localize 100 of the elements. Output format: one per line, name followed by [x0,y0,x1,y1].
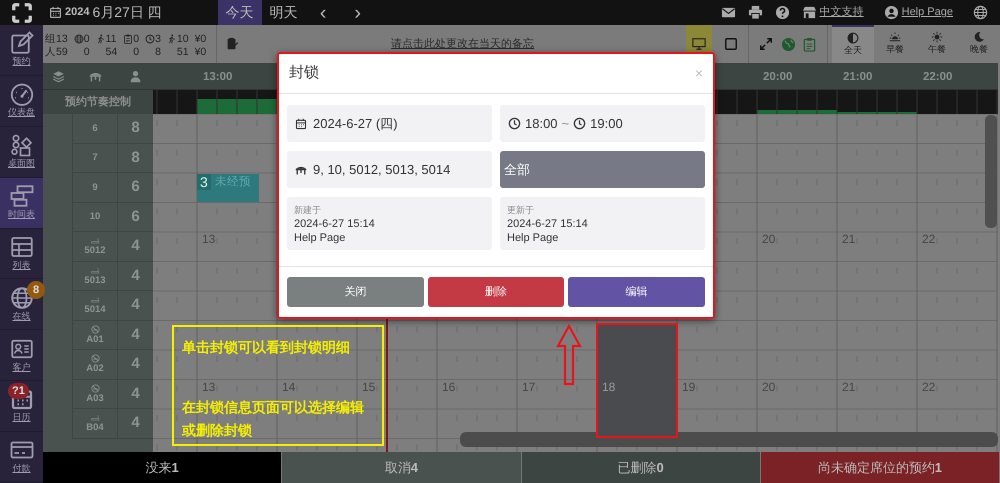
seat-count: 4 [118,409,153,438]
no-smoking-icon [90,354,100,364]
stat-value: 0 [84,46,90,58]
person-icon [129,70,142,82]
meal-icon [847,32,859,44]
memo-link[interactable]: 请点击此处更改在当天的备忘 [239,36,686,52]
stat-value: 3 [155,32,161,46]
date-label: 6月27日 四 [92,3,162,22]
nav-icon [10,31,34,56]
meal-tab[interactable]: 早餐 [874,25,916,63]
smoking-icon [90,236,100,246]
previous-button[interactable]: ‹ [312,0,334,25]
stat-value: 54 [106,46,118,58]
start-time: 18:00 [525,114,558,133]
scope-field: 全部 [500,151,705,188]
dialog-title: 封锁 [289,63,319,84]
meal-icon [931,31,943,44]
notification-badge: 8 [27,281,45,300]
printer-icon [748,5,763,20]
hour-mark: 14 [282,380,296,394]
delete-button[interactable]: 删除 [428,277,564,307]
stat-value: ¥0 [194,32,206,46]
stat-value: ¥0 [194,46,206,58]
meal-icon [973,31,985,44]
arrow-up-drawing [556,324,582,386]
vertical-scrollbar[interactable] [985,115,997,228]
seat-count: 4 [118,380,153,409]
time-label: 13:00 [203,70,232,85]
table-name: A02 [73,350,118,380]
meal-tab[interactable]: 晚餐 [958,25,1000,63]
clipboard-icon [802,36,817,52]
support-link[interactable]: 中文支持 [802,4,864,21]
field-label: 更新于 [507,204,535,217]
rhythm-title: 预约节奏控制 [65,94,131,110]
notification-badge: ?1 [8,383,29,400]
sidebar-item[interactable]: 时间表 [0,178,43,229]
updated-by: Help Page [507,231,560,245]
status-tab[interactable]: 取消4 [282,452,522,483]
stat-icon [145,34,156,44]
hour-mark: 13 [202,380,216,394]
updated-time: 2024-6-27 15:14 [507,217,589,231]
stat-value: 11 [106,32,116,46]
smoking-icon [90,266,100,275]
store-icon [802,5,817,20]
stat-value: 组13 [45,32,68,46]
hour-mark: 20 [762,380,776,394]
stat-value: 10 [176,32,189,46]
stat-value: 51 [176,46,189,58]
globe-icon [973,5,988,20]
table-name: A01 [73,320,118,350]
meal-icon [889,31,901,44]
time-label: 22:00 [923,70,952,85]
clock-icon [573,117,586,130]
help-icon [774,5,790,20]
expand-icon [759,37,773,51]
calendar-icon [49,6,62,19]
hour-mark: 19 [682,380,696,394]
hour-mark: 17 [522,380,536,394]
stat-value: 8 [155,46,161,58]
status-tab[interactable]: 尚未确定席位的预约1 [760,452,1000,483]
table-name: 9 [73,173,118,202]
seat-count: 8 [118,144,153,173]
table-name: 6 [73,114,118,144]
annotation-note: 在封锁信息页面可以选择编辑或删除封锁 [182,398,365,440]
close-button[interactable]: 关闭 [287,277,424,307]
date-field: 2024-6-27 (四) [287,105,492,142]
globe-icon [781,36,796,52]
horizontal-scrollbar[interactable] [460,432,998,447]
table-name: 7 [73,144,118,173]
hour-mark: 22 [922,380,936,394]
created-time: 2024-6-27 15:14 [294,217,376,231]
edit-button[interactable]: 编辑 [568,277,706,307]
meal-tab[interactable]: 全天 [832,25,874,63]
table-name: 5013 [73,262,118,291]
user-link[interactable]: Help Page [884,4,953,21]
created-by: Help Page [294,231,346,245]
layers-icon [52,70,64,82]
status-tab[interactable]: 没来1 [43,452,282,483]
blocked-slot[interactable] [596,323,678,438]
stat-value: 人59 [45,46,68,58]
square-icon [724,37,738,51]
day-tab[interactable]: 今天 [218,0,262,25]
day-tab[interactable]: 明天 [262,0,306,25]
stat-value: 0 [133,46,140,58]
hour-mark: 18 [602,380,616,394]
stat-icon [74,34,84,44]
hour-mark: 16 [442,380,456,394]
time-label: 20:00 [763,70,792,85]
next-button[interactable]: › [346,0,370,25]
time-label: 21:00 [843,70,872,85]
meal-tab[interactable]: 午餐 [916,25,958,63]
seat-count: 4 [118,262,153,291]
logo-icon [10,2,32,24]
seat-count: 4 [118,291,153,320]
table-name: 5014 [73,291,118,320]
stat-icon [166,34,177,44]
status-tab[interactable]: 已删除0 [522,452,761,483]
nav-icon [10,132,34,157]
seat-count: 4 [118,232,153,262]
table-name: 10 [73,202,118,232]
